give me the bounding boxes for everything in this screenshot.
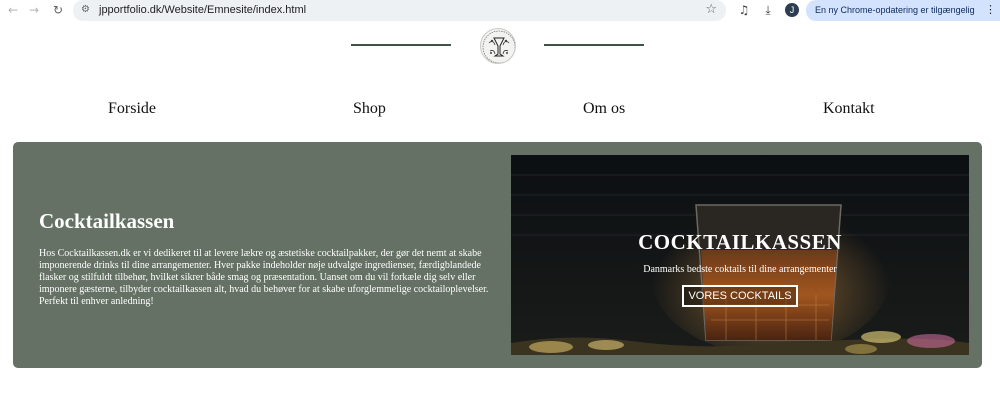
header-divider-right: [544, 44, 644, 46]
header-divider-left: [351, 44, 451, 46]
browser-toolbar: ← → ↻ ⚙ jpportfolio.dk/Website/Emnesite/…: [0, 0, 1000, 21]
forward-arrow-icon[interactable]: →: [27, 3, 41, 17]
vores-cocktails-button[interactable]: VORES COCKTAILS: [682, 285, 798, 307]
logo-icon[interactable]: [480, 28, 516, 64]
hero-image-title: COCKTAILKASSEN: [638, 230, 842, 254]
address-bar[interactable]: ⚙ jpportfolio.dk/Website/Emnesite/index.…: [73, 0, 726, 21]
hero-title: Cocktailkassen: [39, 209, 175, 233]
back-arrow-icon[interactable]: ←: [6, 3, 20, 17]
site-info-icon[interactable]: ⚙: [81, 4, 93, 16]
download-icon[interactable]: ⤓: [761, 3, 775, 17]
cocktail-photo: [511, 155, 969, 355]
reload-icon[interactable]: ↻: [51, 3, 65, 17]
nav-link-om-os[interactable]: Om os: [583, 99, 625, 119]
star-icon[interactable]: ☆: [705, 2, 717, 18]
hero-description: Hos Cocktailkassen.dk er vi dedikeret ti…: [39, 248, 489, 307]
avatar[interactable]: J: [785, 3, 799, 17]
nav-link-forside[interactable]: Forside: [108, 99, 156, 119]
hero-image: COCKTAILKASSEN Danmarks bedste coktails …: [511, 155, 969, 355]
hero-image-subtitle: Danmarks bedste coktails til dine arrang…: [643, 264, 837, 275]
chrome-update-button[interactable]: En ny Chrome-opdatering er tilgængelig ⋮: [806, 0, 1000, 21]
update-notice-label: En ny Chrome-opdatering er tilgængelig: [815, 5, 975, 15]
nav-link-kontakt[interactable]: Kontakt: [823, 99, 875, 119]
more-menu-icon[interactable]: ⋮: [985, 3, 996, 17]
logo-emblem-graphic: [482, 30, 515, 63]
nav-link-shop[interactable]: Shop: [353, 99, 386, 119]
hero-section: Cocktailkassen Hos Cocktailkassen.dk er …: [13, 142, 982, 368]
media-controls-icon[interactable]: ♫: [737, 3, 751, 17]
url-text[interactable]: jpportfolio.dk/Website/Emnesite/index.ht…: [99, 3, 306, 17]
